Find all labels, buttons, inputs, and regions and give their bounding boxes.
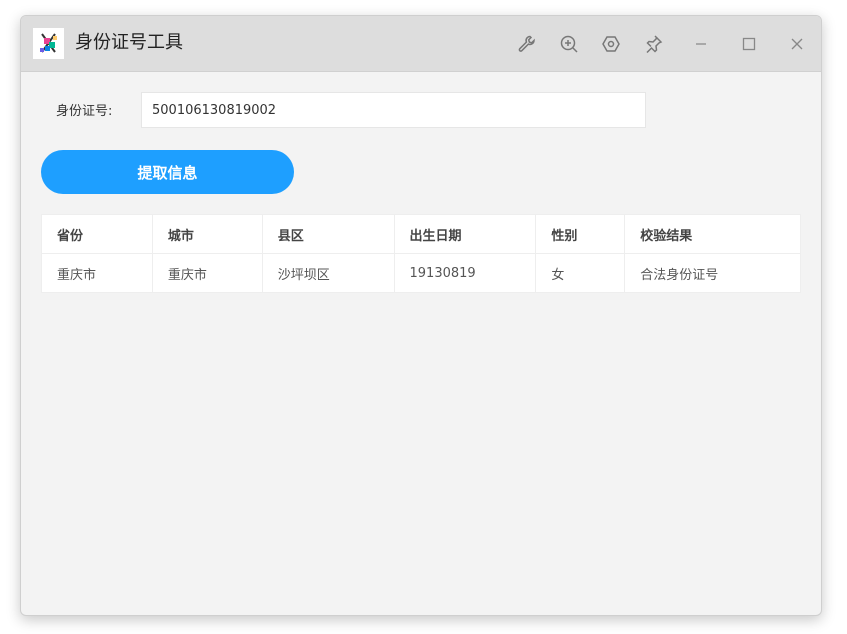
zoom-in-icon[interactable] [557,32,581,56]
result-table: 省份 城市 县区 出生日期 性别 校验结果 重庆市 重庆市 沙坪坝区 19130… [41,214,801,293]
header-province: 省份 [41,214,153,254]
id-number-input[interactable] [141,92,646,128]
app-window: 身份证号工具 身份证号: 500106130819002 提取信息 省份 城市 … [20,15,822,616]
header-gender: 性别 [535,214,626,254]
table-header-row: 省份 城市 县区 出生日期 性别 校验结果 [41,214,801,254]
cell-city: 重庆市 [151,253,263,293]
cell-gender: 女 [535,253,626,293]
header-birth-date: 出生日期 [393,214,537,254]
close-icon[interactable] [785,32,809,56]
minimize-icon[interactable] [689,32,713,56]
app-logo-icon [33,28,64,59]
window-title: 身份证号工具 [75,32,183,53]
table-row: 重庆市 重庆市 沙坪坝区 19130819 女 合法身份证号 [41,253,801,293]
main-content: 身份证号: 提取信息 省份 城市 县区 出生日期 性别 校验结果 [21,72,821,615]
header-district: 县区 [261,214,395,254]
settings-icon[interactable] [599,32,623,56]
extract-info-button[interactable]: 提取信息 [41,150,294,194]
header-city: 城市 [151,214,263,254]
header-check-result: 校验结果 [624,214,801,254]
cell-birth-date: 19130819 [393,253,537,293]
cell-province: 重庆市 [41,253,153,293]
title-bar[interactable]: 身份证号工具 [21,16,821,72]
cell-district: 沙坪坝区 [261,253,395,293]
cell-check-result: 合法身份证号 [624,253,801,293]
wrench-icon[interactable] [515,32,539,56]
pin-icon[interactable] [641,32,665,56]
maximize-icon[interactable] [737,32,761,56]
id-number-label: 身份证号: [56,104,113,119]
